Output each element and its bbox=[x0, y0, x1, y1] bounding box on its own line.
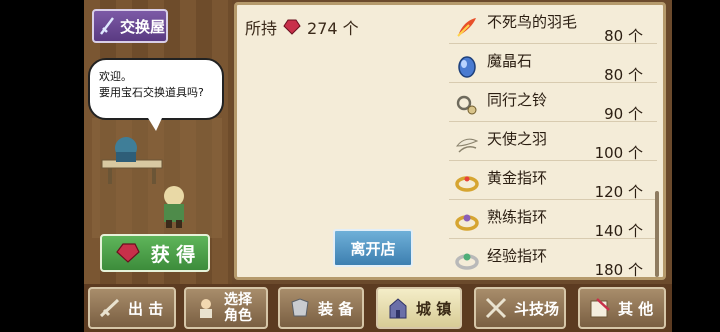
equipment-icon bbox=[291, 298, 309, 317]
item-price: 80 个 bbox=[604, 66, 643, 84]
sortie-icon bbox=[99, 298, 120, 318]
item-name: 不死鸟的羽毛 bbox=[487, 13, 578, 31]
gain-button[interactable]: 获 得 bbox=[100, 234, 210, 272]
item-row-exp-ring[interactable]: 经验指环 180 个 bbox=[449, 239, 657, 279]
greeting-line-2: 要用宝石交换道具吗? bbox=[99, 86, 204, 99]
companion-bell-icon bbox=[456, 95, 477, 115]
item-price: 120 个 bbox=[594, 183, 643, 201]
leave-shop-button[interactable]: 离开店 bbox=[333, 229, 413, 267]
tab-label: 城 镇 bbox=[416, 299, 452, 318]
town-icon bbox=[389, 298, 407, 319]
tab-label-line-1: 选择 bbox=[224, 292, 252, 308]
leave-button-label: 离开店 bbox=[350, 239, 396, 258]
tab-sortie[interactable]: 出 击 bbox=[88, 287, 176, 329]
item-row-phoenix-feather[interactable]: 不死鸟的羽毛 80 个 bbox=[449, 5, 657, 45]
tab-label: 其 他 bbox=[618, 299, 654, 318]
red-gem-icon bbox=[283, 19, 301, 35]
tab-label: 出 击 bbox=[128, 299, 164, 318]
item-row-companion-bell[interactable]: 同行之铃 90 个 bbox=[449, 83, 657, 123]
angel-feather-icon bbox=[455, 138, 479, 153]
item-row-angel-feather[interactable]: 天使之羽 100 个 bbox=[449, 122, 657, 162]
npc-speech-bubble: 欢迎。 要用宝石交换道具吗? bbox=[88, 58, 224, 131]
shopkeeper-sprite bbox=[101, 137, 163, 184]
red-gem-icon bbox=[115, 243, 140, 263]
item-price: 80 个 bbox=[604, 27, 643, 45]
owned-gems: 所持 274 个 bbox=[245, 15, 359, 39]
player-sprite bbox=[164, 186, 184, 228]
tab-town[interactable]: 城 镇 bbox=[376, 287, 462, 329]
bottom-tab-bar: 出 击 选择 角色 装 备 城 镇 斗技场 其 他 bbox=[84, 284, 672, 332]
phoenix-feather-icon bbox=[457, 18, 476, 37]
arena-icon bbox=[485, 297, 507, 319]
item-name: 天使之羽 bbox=[487, 130, 548, 148]
item-name: 经验指环 bbox=[487, 247, 548, 265]
greeting-line-1: 欢迎。 bbox=[99, 70, 132, 83]
tab-arena[interactable]: 斗技场 bbox=[474, 287, 566, 329]
item-name: 魔晶石 bbox=[487, 52, 533, 70]
item-name: 同行之铃 bbox=[487, 91, 548, 109]
item-row-skill-ring[interactable]: 熟练指环 140 个 bbox=[449, 200, 657, 240]
item-price: 100 个 bbox=[594, 144, 643, 162]
gold-ring-icon bbox=[455, 176, 479, 192]
tab-label: 装 备 bbox=[318, 299, 354, 318]
shop-title-badge: 交换屋 bbox=[92, 9, 168, 43]
item-list[interactable]: 不死鸟的羽毛 80 个 魔晶石 80 个 同行之铃 90 个 天使之羽 100 … bbox=[449, 5, 657, 279]
tab-select-character[interactable]: 选择 角色 bbox=[184, 287, 268, 329]
item-row-magic-crystal[interactable]: 魔晶石 80 个 bbox=[449, 44, 657, 84]
item-row-gold-ring[interactable]: 黄金指环 120 个 bbox=[449, 161, 657, 201]
select-character-icon bbox=[200, 299, 212, 318]
item-list-scrollbar[interactable] bbox=[655, 191, 659, 277]
item-price: 180 个 bbox=[594, 261, 643, 279]
item-price: 90 个 bbox=[604, 105, 643, 123]
magic-crystal-icon bbox=[458, 56, 476, 78]
item-name: 熟练指环 bbox=[487, 208, 548, 226]
tab-label-line-2: 角色 bbox=[224, 308, 252, 324]
skill-ring-icon bbox=[455, 214, 479, 231]
gain-button-label: 获 得 bbox=[150, 243, 196, 266]
exchange-shop-screen: 交换屋 欢迎。 要用宝石交换道具吗? 获 得 所持 274 个 离开店 不死鸟的… bbox=[84, 0, 672, 332]
shop-panel: 所持 274 个 离开店 不死鸟的羽毛 80 个 魔晶石 80 个 同行之铃 9… bbox=[234, 2, 666, 280]
sword-icon bbox=[100, 17, 114, 35]
exp-ring-icon bbox=[455, 253, 479, 270]
owned-label: 所持 bbox=[245, 19, 278, 38]
item-name: 黄金指环 bbox=[487, 169, 548, 187]
tab-equipment[interactable]: 装 备 bbox=[278, 287, 364, 329]
tab-other[interactable]: 其 他 bbox=[578, 287, 666, 329]
shop-title: 交换屋 bbox=[120, 17, 166, 36]
other-icon bbox=[590, 298, 610, 318]
item-price: 140 个 bbox=[594, 222, 643, 240]
owned-amount: 274 个 bbox=[307, 19, 359, 38]
tab-label: 斗技场 bbox=[514, 299, 560, 318]
